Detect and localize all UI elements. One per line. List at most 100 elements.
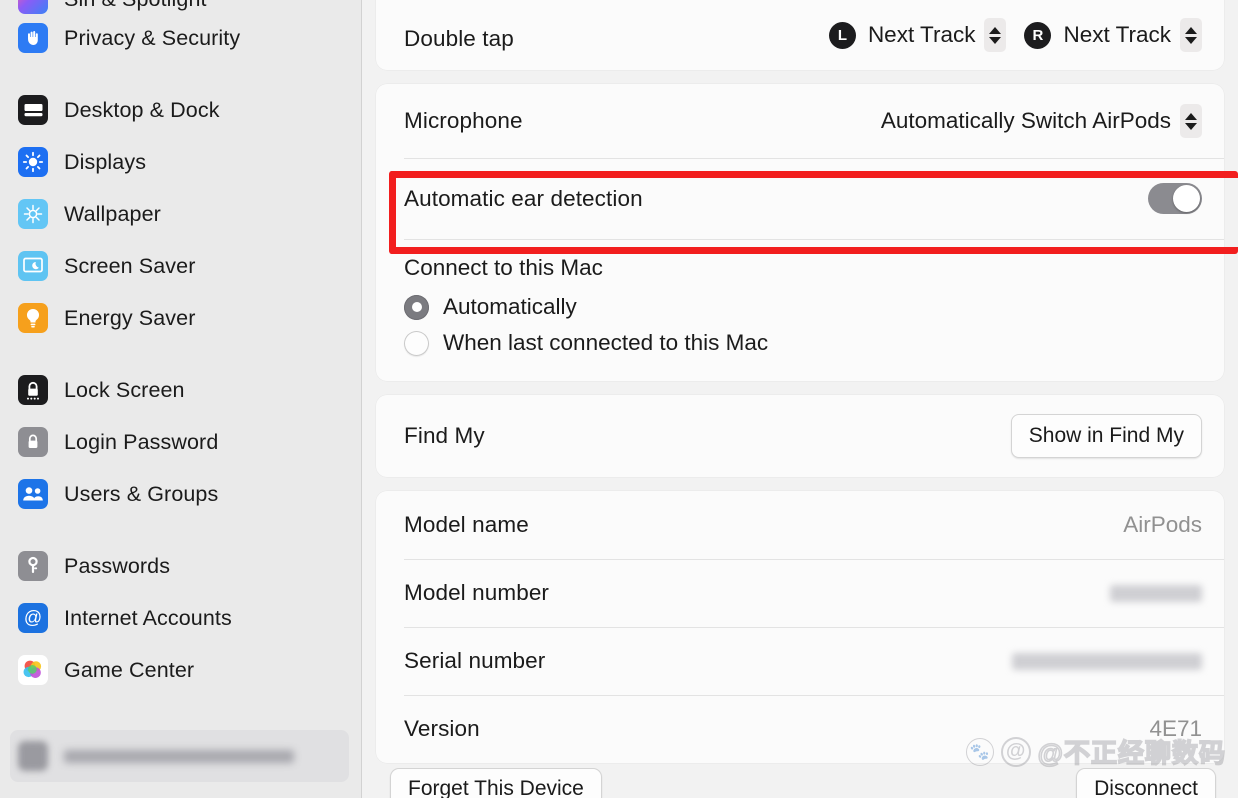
sidebar-item-lock-screen[interactable]: Lock Screen: [10, 364, 351, 416]
sidebar-item-label: Screen Saver: [64, 253, 196, 278]
serial-number-value-redacted: [1012, 652, 1202, 670]
chevron-up-down-icon[interactable]: [1180, 104, 1202, 138]
double-tap-right-value: Next Track: [1063, 22, 1171, 47]
lightbulb-icon: [18, 303, 48, 333]
double-tap-label: Double tap: [404, 26, 514, 51]
sidebar-item-connected-device[interactable]: [10, 730, 349, 782]
sidebar-item-internet-accounts[interactable]: @ Internet Accounts: [10, 592, 351, 644]
device-info-card: Model name AirPods Model number Serial n…: [376, 491, 1224, 763]
sidebar-item-label: Siri & Spotlight: [64, 0, 207, 12]
version-label: Version: [404, 716, 480, 741]
row-find-my: Find My Show in Find My: [376, 395, 1224, 477]
audio-settings-card: Microphone Automatically Switch AirPods …: [376, 84, 1224, 381]
settings-detail-pane: Double tap L Next Track R Next Track Mic…: [362, 0, 1238, 798]
key-icon: [18, 551, 48, 581]
sidebar-item-passwords[interactable]: Passwords: [10, 540, 351, 592]
radio-button-selected[interactable]: [404, 294, 429, 320]
lock-screen-icon: [18, 375, 48, 405]
row-serial-number: Serial number: [376, 627, 1224, 695]
right-earbud-badge: R: [1024, 21, 1052, 49]
sidebar-item-label: Login Password: [64, 429, 219, 454]
serial-number-label: Serial number: [404, 648, 546, 673]
show-in-find-my-button[interactable]: Show in Find My: [1010, 414, 1202, 458]
toggle-knob: [1173, 185, 1200, 212]
ear-detection-toggle[interactable]: [1148, 183, 1202, 214]
svg-text:@: @: [24, 608, 42, 628]
double-tap-left-value: Next Track: [867, 22, 976, 47]
connect-to-mac-title: Connect to this Mac: [404, 255, 603, 280]
sidebar-item-game-center[interactable]: Game Center: [10, 644, 351, 696]
chevron-up-down-icon[interactable]: [1180, 18, 1202, 52]
left-earbud-badge: L: [828, 21, 856, 49]
row-version: Version 4E71: [376, 695, 1224, 763]
row-microphone: Microphone Automatically Switch AirPods: [376, 84, 1224, 158]
radio-option-automatically[interactable]: Automatically: [404, 289, 1202, 325]
ear-detection-label: Automatic ear detection: [404, 185, 643, 211]
sidebar-item-label: Privacy & Security: [64, 25, 241, 50]
find-my-card: Find My Show in Find My: [376, 395, 1224, 477]
microphone-value: Automatically Switch AirPods: [880, 108, 1171, 133]
row-automatic-ear-detection: Automatic ear detection: [376, 158, 1224, 239]
sidebar-item-energy-saver[interactable]: Energy Saver: [10, 292, 351, 344]
sidebar-item-privacy-security[interactable]: Privacy & Security: [10, 12, 351, 64]
device-icon: [18, 741, 48, 771]
radio-label: Automatically: [443, 294, 577, 319]
bottom-action-bar: Forget This Device Disconnect: [362, 768, 1238, 798]
hand-shield-icon: [18, 23, 48, 53]
row-model-name: Model name AirPods: [376, 491, 1224, 559]
row-double-tap: Double tap L Next Track R Next Track: [376, 0, 1224, 70]
game-center-icon: [18, 655, 48, 685]
at-sign-icon: @: [18, 603, 48, 633]
sidebar-divider: [10, 64, 351, 84]
model-number-value-redacted: [1110, 584, 1202, 602]
siri-icon: [18, 0, 48, 14]
sidebar-item-login-password[interactable]: Login Password: [10, 416, 351, 468]
desktop-dock-icon: [18, 95, 48, 125]
sidebar-item-screen-saver[interactable]: Screen Saver: [10, 240, 351, 292]
forget-this-device-button[interactable]: Forget This Device: [390, 768, 602, 798]
sidebar-item-displays[interactable]: Displays: [10, 136, 351, 188]
version-value: 4E71: [1149, 716, 1202, 741]
sidebar-item-label: Energy Saver: [64, 305, 196, 330]
radio-button-unselected[interactable]: [404, 330, 429, 356]
sidebar-item-label: Wallpaper: [64, 201, 161, 226]
screen-saver-icon: [18, 251, 48, 281]
sidebar-divider: [10, 344, 351, 364]
sidebar-item-label: Internet Accounts: [64, 605, 232, 630]
sidebar-item-label: Displays: [64, 149, 147, 174]
microphone-popup[interactable]: Automatically Switch AirPods: [881, 104, 1202, 138]
sidebar-item-desktop-dock[interactable]: Desktop & Dock: [10, 84, 351, 136]
padlock-icon: [18, 427, 48, 457]
sidebar-item-label: Game Center: [64, 657, 195, 682]
users-icon: [18, 479, 48, 509]
wallpaper-icon: [18, 199, 48, 229]
model-number-label: Model number: [404, 580, 550, 605]
double-tap-card: Double tap L Next Track R Next Track: [376, 0, 1224, 70]
double-tap-left-popup[interactable]: Next Track: [868, 18, 1007, 52]
brightness-icon: [18, 147, 48, 177]
sidebar-item-label: Passwords: [64, 553, 171, 578]
radio-option-when-last-connected[interactable]: When last connected to this Mac: [404, 325, 1202, 361]
model-name-value: AirPods: [1123, 512, 1202, 537]
sidebar-item-wallpaper[interactable]: Wallpaper: [10, 188, 351, 240]
row-model-number: Model number: [376, 559, 1224, 627]
sidebar: Siri & Spotlight Privacy & Security Desk…: [0, 0, 362, 798]
sidebar-item-label: Desktop & Dock: [64, 97, 220, 122]
chevron-up-down-icon[interactable]: [984, 18, 1007, 52]
double-tap-right-popup[interactable]: Next Track: [1063, 18, 1202, 52]
sidebar-list: Siri & Spotlight Privacy & Security Desk…: [0, 0, 361, 696]
row-connect-to-this-mac: Connect to this Mac Automatically When l…: [376, 239, 1224, 381]
sidebar-item-label-redacted: [64, 749, 294, 763]
sidebar-item-siri-spotlight[interactable]: Siri & Spotlight: [10, 0, 351, 14]
sidebar-item-label: Users & Groups: [64, 481, 219, 506]
radio-label: When last connected to this Mac: [443, 330, 769, 355]
find-my-label: Find My: [404, 423, 485, 448]
system-settings-window: Siri & Spotlight Privacy & Security Desk…: [0, 0, 1238, 798]
sidebar-divider: [10, 520, 351, 540]
model-name-label: Model name: [404, 512, 529, 537]
disconnect-button[interactable]: Disconnect: [1076, 768, 1216, 798]
sidebar-item-users-groups[interactable]: Users & Groups: [10, 468, 351, 520]
double-tap-controls: L Next Track R Next Track: [828, 18, 1202, 52]
sidebar-item-label: Lock Screen: [64, 377, 185, 402]
microphone-label: Microphone: [404, 108, 523, 133]
